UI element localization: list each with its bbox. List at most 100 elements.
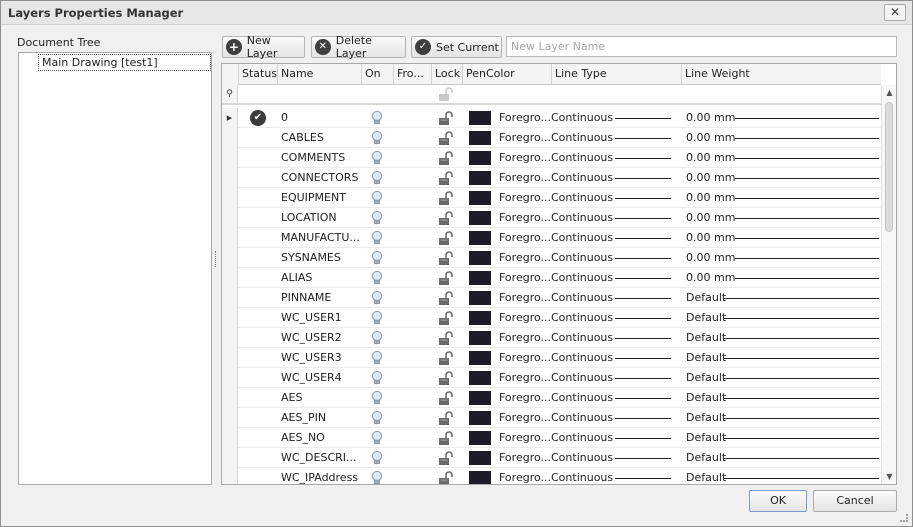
row-indicator[interactable] (222, 308, 238, 328)
row-indicator[interactable] (222, 388, 238, 408)
col-frozen[interactable]: Fro... (393, 64, 431, 85)
pen-color-swatch[interactable] (469, 291, 491, 305)
lightbulb-icon[interactable] (371, 370, 383, 386)
pen-color-swatch[interactable] (469, 391, 491, 405)
scroll-up-arrow-icon[interactable]: ▲ (882, 85, 896, 101)
table-row[interactable]: AES Foregro... Continuous Default (222, 388, 881, 408)
line-type[interactable]: Continuous (551, 188, 613, 208)
row-indicator[interactable] (222, 408, 238, 428)
layer-name[interactable]: SYSNAMES (281, 248, 361, 268)
line-type[interactable]: Continuous (551, 288, 613, 308)
resize-grip-icon[interactable] (900, 514, 908, 522)
line-weight[interactable]: 0.00 mm (686, 228, 738, 248)
line-type[interactable]: Continuous (551, 328, 613, 348)
line-type[interactable]: Continuous (551, 128, 613, 148)
pen-color-swatch[interactable] (469, 311, 491, 325)
line-type[interactable]: Continuous (551, 388, 613, 408)
line-type[interactable]: Continuous (551, 268, 613, 288)
lock-icon[interactable] (438, 371, 454, 386)
vertical-scrollbar[interactable]: ▲ ▼ (881, 85, 896, 484)
table-row[interactable]: COMMENTS Foregro... Continuous 0.00 mm (222, 148, 881, 168)
layer-name[interactable]: 0 (281, 108, 361, 128)
cancel-button[interactable]: Cancel (813, 490, 897, 512)
row-indicator[interactable] (222, 428, 238, 448)
layer-name[interactable]: COMMENTS (281, 148, 361, 168)
line-weight[interactable]: 0.00 mm (686, 128, 738, 148)
line-type[interactable]: Continuous (551, 228, 613, 248)
layer-name[interactable]: CABLES (281, 128, 361, 148)
line-type[interactable]: Continuous (551, 208, 613, 228)
lock-icon[interactable] (438, 451, 454, 466)
layer-name[interactable]: MANUFACTU... (281, 228, 361, 248)
layer-name[interactable]: AES (281, 388, 361, 408)
pen-color-swatch[interactable] (469, 111, 491, 125)
line-weight[interactable]: 0.00 mm (686, 208, 738, 228)
layer-name[interactable]: WC_USER1 (281, 308, 361, 328)
row-indicator[interactable] (222, 228, 238, 248)
lightbulb-icon[interactable] (371, 190, 383, 206)
layer-name[interactable]: WC_USER3 (281, 348, 361, 368)
lightbulb-icon[interactable] (371, 350, 383, 366)
line-type[interactable]: Continuous (551, 148, 613, 168)
line-type[interactable]: Continuous (551, 248, 613, 268)
scroll-thumb[interactable] (885, 102, 893, 232)
lock-icon[interactable] (438, 111, 454, 126)
table-row[interactable]: SYSNAMES Foregro... Continuous 0.00 mm (222, 248, 881, 268)
layer-name[interactable]: PINNAME (281, 288, 361, 308)
table-row[interactable]: AES_NO Foregro... Continuous Default (222, 428, 881, 448)
line-type[interactable]: Continuous (551, 448, 613, 468)
row-indicator[interactable] (222, 328, 238, 348)
row-indicator[interactable] (222, 128, 238, 148)
line-type[interactable]: Continuous (551, 468, 613, 484)
table-row[interactable]: WC_USER3 Foregro... Continuous Default (222, 348, 881, 368)
lock-icon[interactable] (438, 131, 454, 146)
row-indicator[interactable] (222, 268, 238, 288)
lightbulb-icon[interactable] (371, 410, 383, 426)
col-pencolor[interactable]: PenColor (462, 64, 551, 85)
layer-name[interactable]: CONNECTORS (281, 168, 361, 188)
layer-name[interactable]: WC_USER2 (281, 328, 361, 348)
row-indicator[interactable]: ▶ (222, 108, 238, 128)
line-type[interactable]: Continuous (551, 108, 613, 128)
table-row[interactable]: LOCATION Foregro... Continuous 0.00 mm (222, 208, 881, 228)
row-indicator[interactable] (222, 168, 238, 188)
lock-icon[interactable] (438, 391, 454, 406)
table-row[interactable]: ALIAS Foregro... Continuous 0.00 mm (222, 268, 881, 288)
lock-icon[interactable] (438, 471, 454, 484)
table-row[interactable]: CABLES Foregro... Continuous 0.00 mm (222, 128, 881, 148)
lightbulb-icon[interactable] (371, 270, 383, 286)
pen-color-swatch[interactable] (469, 351, 491, 365)
line-type[interactable]: Continuous (551, 348, 613, 368)
pen-color-swatch[interactable] (469, 331, 491, 345)
line-weight[interactable]: Default (686, 468, 738, 484)
pen-color-swatch[interactable] (469, 411, 491, 425)
table-row[interactable]: WC_USER1 Foregro... Continuous Default (222, 308, 881, 328)
line-type[interactable]: Continuous (551, 368, 613, 388)
lock-icon[interactable] (438, 331, 454, 346)
lightbulb-icon[interactable] (371, 450, 383, 466)
pen-color-swatch[interactable] (469, 431, 491, 445)
new-layer-name-input[interactable] (506, 36, 897, 57)
pen-color-swatch[interactable] (469, 211, 491, 225)
lightbulb-icon[interactable] (371, 150, 383, 166)
layer-name[interactable]: LOCATION (281, 208, 361, 228)
layer-name[interactable]: ALIAS (281, 268, 361, 288)
lock-icon[interactable] (438, 211, 454, 226)
line-type[interactable]: Continuous (551, 308, 613, 328)
lightbulb-icon[interactable] (371, 110, 383, 126)
pen-color-swatch[interactable] (469, 191, 491, 205)
new-layer-button[interactable]: + New Layer (222, 34, 305, 60)
ok-button[interactable]: OK (749, 490, 807, 512)
layer-name[interactable]: WC_IPAddress (281, 468, 361, 484)
line-type[interactable]: Continuous (551, 428, 613, 448)
lightbulb-icon[interactable] (371, 470, 383, 484)
scroll-down-arrow-icon[interactable]: ▼ (882, 469, 896, 484)
row-indicator[interactable] (222, 348, 238, 368)
table-row[interactable]: MANUFACTU... Foregro... Continuous 0.00 mm (222, 228, 881, 248)
close-button[interactable]: ✕ (884, 4, 906, 21)
layer-name[interactable]: WC_DESCRI... (281, 448, 361, 468)
row-indicator[interactable] (222, 188, 238, 208)
row-indicator[interactable] (222, 148, 238, 168)
lock-icon[interactable] (438, 351, 454, 366)
layer-name[interactable]: EQUIPMENT (281, 188, 361, 208)
